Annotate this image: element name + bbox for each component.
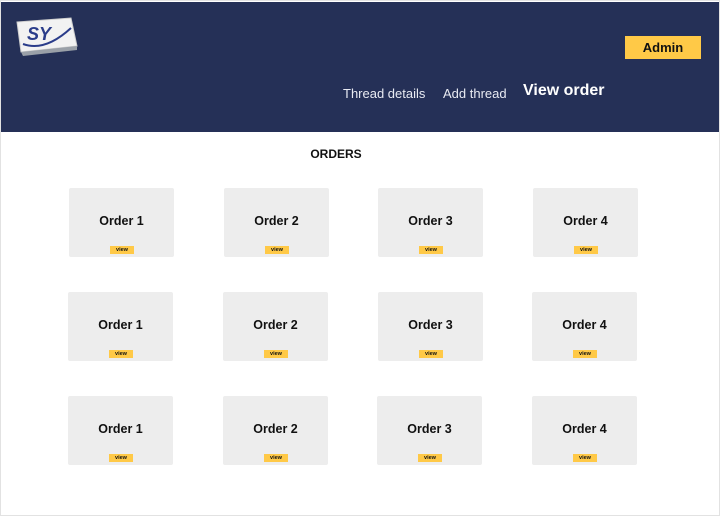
view-button[interactable]: view (264, 350, 288, 358)
order-card[interactable]: Order 3 view (378, 188, 483, 257)
nav-thread-details[interactable]: Thread details (343, 86, 425, 101)
order-title: Order 2 (253, 318, 298, 332)
order-title: Order 2 (253, 422, 298, 436)
view-button[interactable]: view (265, 246, 289, 254)
page-title: ORDERS (310, 147, 362, 161)
order-title: Order 1 (99, 214, 144, 228)
order-card[interactable]: Order 1 view (69, 188, 174, 257)
order-card[interactable]: Order 4 view (533, 188, 638, 257)
order-title: Order 4 (562, 422, 607, 436)
view-button[interactable]: view (573, 350, 597, 358)
order-card[interactable]: Order 4 view (532, 396, 637, 465)
admin-button[interactable]: Admin (625, 36, 701, 59)
order-title: Order 4 (562, 318, 607, 332)
logo-text: SY (27, 24, 53, 44)
view-button[interactable]: view (109, 454, 133, 462)
order-card[interactable]: Order 2 view (223, 396, 328, 465)
order-card[interactable]: Order 1 view (68, 396, 173, 465)
order-card[interactable]: Order 3 view (378, 292, 483, 361)
order-card[interactable]: Order 4 view (532, 292, 637, 361)
order-title: Order 3 (408, 318, 453, 332)
view-button[interactable]: view (264, 454, 288, 462)
order-title: Order 4 (563, 214, 608, 228)
order-title: Order 2 (254, 214, 299, 228)
order-card[interactable]: Order 2 view (223, 292, 328, 361)
view-button[interactable]: view (110, 246, 134, 254)
view-button[interactable]: view (419, 350, 443, 358)
brand-logo[interactable]: SY (13, 16, 79, 56)
view-button[interactable]: view (418, 454, 442, 462)
view-button[interactable]: view (574, 246, 598, 254)
nav-view-order[interactable]: View order (523, 82, 605, 100)
order-card[interactable]: Order 3 view (377, 396, 482, 465)
order-title: Order 1 (98, 318, 143, 332)
header-bar: SY Admin Thread details Add thread View … (1, 2, 719, 132)
order-title: Order 1 (98, 422, 143, 436)
order-card[interactable]: Order 1 view (68, 292, 173, 361)
nav-add-thread[interactable]: Add thread (443, 86, 507, 101)
order-title: Order 3 (407, 422, 452, 436)
view-button[interactable]: view (419, 246, 443, 254)
order-title: Order 3 (408, 214, 453, 228)
order-card[interactable]: Order 2 view (224, 188, 329, 257)
view-button[interactable]: view (573, 454, 597, 462)
view-button[interactable]: view (109, 350, 133, 358)
